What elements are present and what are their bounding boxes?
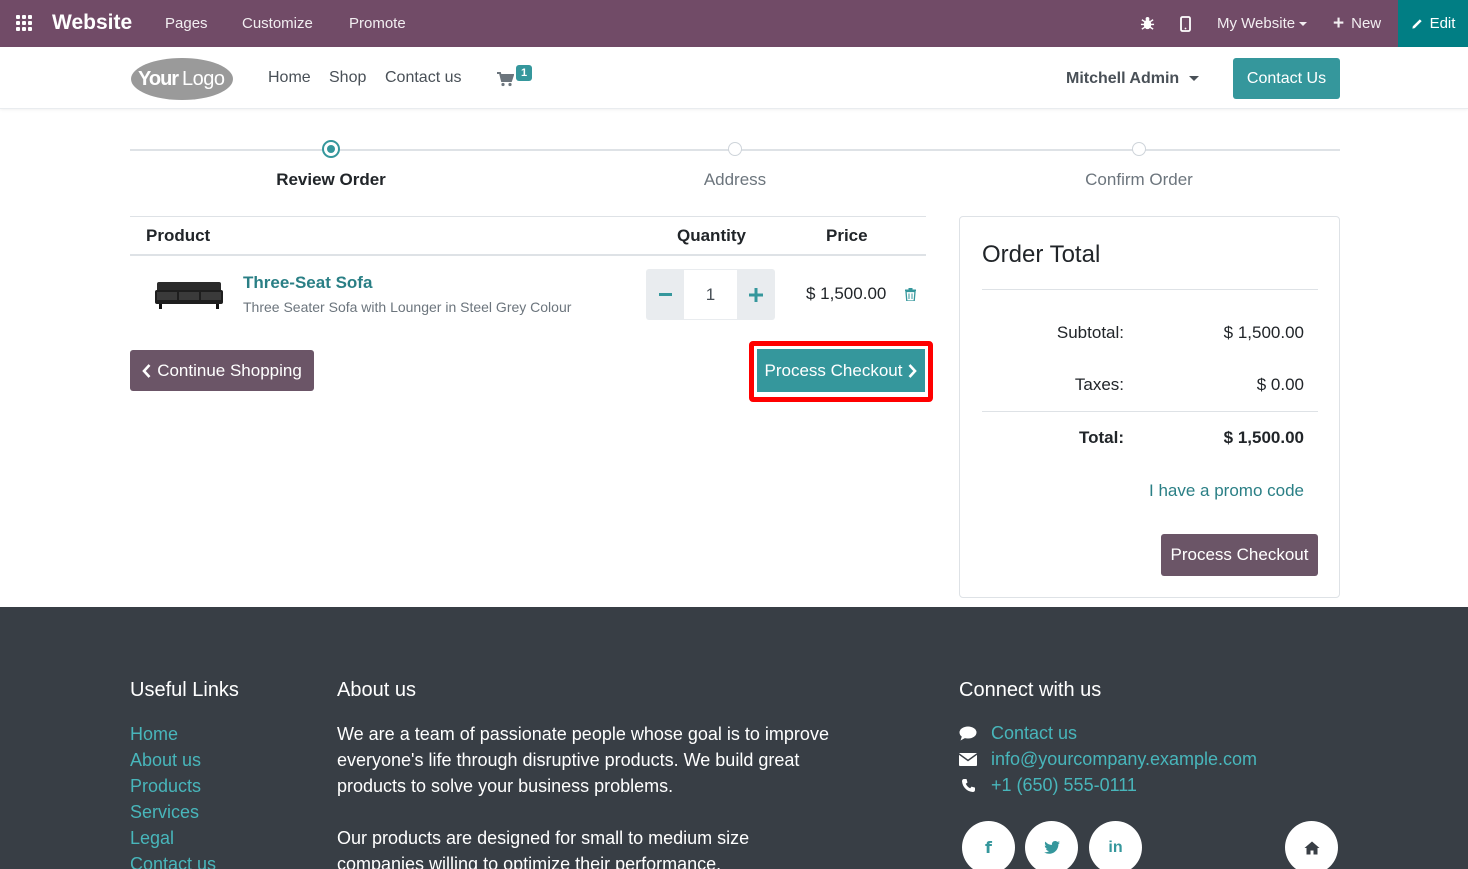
twitter-button[interactable]	[1025, 821, 1078, 869]
comment-icon	[959, 726, 977, 741]
subtotal-label: Subtotal:	[1056, 323, 1124, 342]
step-dot-confirm-order	[1132, 142, 1146, 156]
order-total-title: Order Total	[982, 241, 1101, 268]
phone-label: +1 (650) 555-0111	[991, 775, 1137, 795]
product-name-link[interactable]: Three-Seat Sofa	[243, 273, 372, 293]
pencil-icon	[1411, 19, 1422, 29]
continue-shopping-label: Continue Shopping	[157, 360, 302, 380]
chevron-right-icon	[909, 363, 918, 378]
linkedin-icon: in	[1108, 838, 1123, 856]
continue-shopping-button[interactable]: Continue Shopping	[130, 350, 314, 391]
user-menu[interactable]: Mitchell Admin	[1066, 70, 1200, 88]
plus-icon	[749, 287, 763, 302]
website-selector-label: My Website	[1217, 15, 1296, 32]
nav-home[interactable]: Home	[268, 69, 311, 87]
chevron-down-icon	[1189, 76, 1200, 82]
facebook-icon: f	[985, 838, 992, 857]
site-header: Your Logo Home Shop Contact us 1 Mitchel…	[0, 47, 1468, 109]
apps-menu-icon[interactable]	[16, 15, 34, 31]
decrease-quantity-button[interactable]	[646, 269, 684, 320]
new-button[interactable]: + New	[1333, 0, 1381, 47]
product-price: $ 1,500.00	[806, 284, 887, 303]
user-name: Mitchell Admin	[1066, 70, 1180, 87]
footer-phone-link[interactable]: +1 (650) 555-0111	[959, 775, 1137, 796]
site-footer: Useful Links Home About us Products Serv…	[0, 607, 1468, 869]
admin-topbar: Website Pages Customize Promote My Websi…	[0, 0, 1468, 47]
plus-icon: +	[1333, 13, 1345, 34]
menu-customize[interactable]: Customize	[242, 15, 313, 32]
process-checkout-label: Process Checkout	[764, 360, 903, 380]
footer-link-products[interactable]: Products	[130, 776, 201, 797]
home-icon	[1304, 841, 1319, 854]
column-header-quantity: Quantity	[677, 226, 746, 245]
divider	[982, 289, 1318, 290]
chevron-down-icon	[1299, 21, 1308, 26]
mobile-preview-icon[interactable]	[1180, 0, 1191, 47]
edit-button[interactable]: Edit	[1398, 0, 1468, 47]
contact-link-label: Contact us	[991, 723, 1078, 743]
increase-quantity-button[interactable]	[737, 269, 775, 320]
total-label: Total:	[1078, 428, 1124, 447]
envelope-icon	[959, 753, 977, 766]
footer-contact-link[interactable]: Contact us	[959, 723, 1077, 744]
svg-text:Your: Your	[138, 68, 179, 90]
total-value: $ 1,500.00	[1223, 428, 1304, 447]
promo-code-link[interactable]: I have a promo code	[1149, 481, 1304, 501]
subtotal-value: $ 1,500.00	[1223, 323, 1304, 342]
trash-icon[interactable]	[905, 288, 916, 301]
minus-icon	[658, 293, 672, 296]
step-review-order: Review Order	[276, 170, 386, 189]
connect-title: Connect with us	[959, 679, 1102, 701]
taxes-label: Taxes:	[1074, 375, 1124, 394]
twitter-icon	[1043, 841, 1060, 854]
debug-bug-icon[interactable]	[1140, 0, 1155, 47]
footer-link-home[interactable]: Home	[130, 724, 178, 745]
table-header-divider	[130, 254, 926, 256]
contact-us-button[interactable]: Contact Us	[1233, 58, 1340, 99]
nav-shop[interactable]: Shop	[329, 69, 366, 87]
step-dot-review-order	[322, 140, 340, 158]
footer-email-link[interactable]: info@yourcompany.example.com	[959, 749, 1257, 770]
home-button[interactable]	[1285, 821, 1338, 869]
shopping-cart-icon	[497, 72, 514, 87]
new-label: New	[1351, 15, 1382, 32]
footer-link-contact-us[interactable]: Contact us	[130, 854, 216, 869]
taxes-value: $ 0.00	[1256, 375, 1304, 394]
phone-icon	[961, 779, 975, 792]
step-confirm-order: Confirm Order	[1085, 170, 1193, 189]
about-us-text: We are a team of passionate people whose…	[337, 724, 829, 796]
useful-links-title: Useful Links	[130, 679, 239, 701]
footer-link-about-us[interactable]: About us	[130, 750, 201, 771]
chevron-left-icon	[142, 363, 151, 378]
menu-pages[interactable]: Pages	[165, 15, 208, 32]
column-header-price: Price	[826, 226, 868, 245]
divider	[982, 411, 1318, 412]
company-logo[interactable]: Your Logo	[130, 57, 234, 101]
email-label: info@yourcompany.example.com	[991, 749, 1258, 769]
facebook-button[interactable]: f	[962, 821, 1015, 869]
nav-contact-us[interactable]: Contact us	[385, 69, 461, 87]
app-brand[interactable]: Website	[52, 11, 132, 35]
about-us-title: About us	[337, 679, 416, 701]
footer-link-services[interactable]: Services	[130, 802, 199, 823]
footer-link-legal[interactable]: Legal	[130, 828, 174, 849]
step-dot-address	[728, 142, 742, 156]
process-checkout-button[interactable]: Process Checkout	[757, 349, 925, 392]
quantity-stepper: 1	[646, 269, 775, 320]
website-selector[interactable]: My Website	[1217, 0, 1308, 47]
step-address: Address	[703, 170, 767, 189]
cart-count-badge: 1	[516, 65, 533, 81]
order-total-card: Order Total Subtotal: $ 1,500.00 Taxes: …	[959, 216, 1340, 598]
product-description: Three Seater Sofa with Lounger in Steel …	[243, 299, 572, 315]
product-image[interactable]	[153, 276, 225, 312]
svg-text:Logo: Logo	[182, 68, 225, 90]
edit-label: Edit	[1429, 15, 1456, 32]
table-top-border	[130, 216, 926, 217]
card-process-checkout-button[interactable]: Process Checkout	[1161, 534, 1318, 576]
about-us-text-2: Our products are designed for small to m…	[337, 828, 750, 869]
menu-promote[interactable]: Promote	[349, 15, 406, 32]
column-header-product: Product	[146, 226, 211, 245]
quantity-input[interactable]: 1	[684, 269, 737, 320]
linkedin-button[interactable]: in	[1089, 821, 1142, 869]
